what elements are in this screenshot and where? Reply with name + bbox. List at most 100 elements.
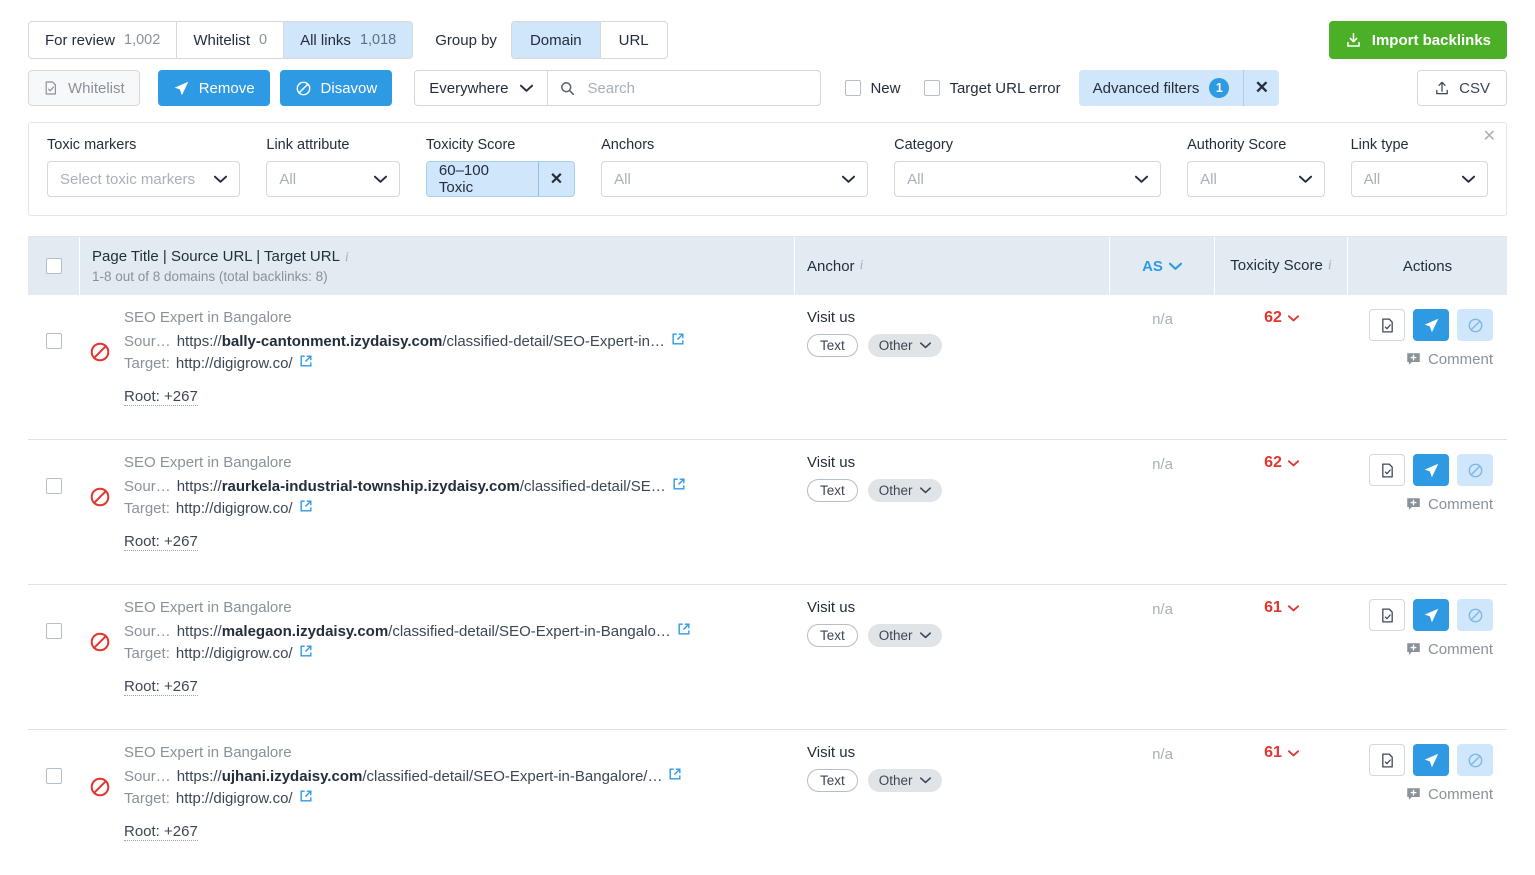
- row-comment-button[interactable]: Comment: [1406, 496, 1493, 513]
- chevron-down-icon: [1298, 175, 1312, 184]
- external-link-icon[interactable]: [668, 767, 682, 781]
- group-by-url[interactable]: URL: [600, 22, 667, 58]
- row-comment-button[interactable]: Comment: [1406, 351, 1493, 368]
- header-anchor-label: Anchor: [807, 257, 855, 275]
- filter-link-attribute-select[interactable]: All: [266, 161, 400, 197]
- remove-button[interactable]: Remove: [157, 70, 270, 106]
- row-select-checkbox[interactable]: [46, 768, 62, 784]
- row-tag-category[interactable]: Other: [867, 769, 942, 792]
- row-whitelist-icon-button[interactable]: [1369, 454, 1405, 486]
- row-anchor-text: Visit us: [807, 454, 856, 471]
- target-url-value: http://digigrow.co/: [175, 790, 293, 807]
- import-backlinks-label: Import backlinks: [1371, 31, 1491, 49]
- header-select-all: [28, 237, 80, 295]
- table-row: SEO Expert in Bangalore Sour… https://ra…: [28, 440, 1507, 585]
- filter-new-checkbox[interactable]: New: [845, 80, 900, 97]
- select-all-checkbox[interactable]: [45, 258, 62, 274]
- row-toxicity-score[interactable]: 62: [1264, 309, 1299, 327]
- row-select-checkbox[interactable]: [46, 623, 62, 639]
- tab-all-links-label: All links: [300, 31, 351, 49]
- row-comment-button[interactable]: Comment: [1406, 786, 1493, 803]
- filter-toxic-markers-value: Select toxic markers: [60, 170, 196, 188]
- whitelist-button[interactable]: Whitelist: [28, 70, 140, 106]
- tab-whitelist-label: Whitelist: [193, 31, 250, 49]
- external-link-icon[interactable]: [299, 789, 313, 803]
- row-disavow-icon-button[interactable]: [1457, 744, 1493, 776]
- filter-anchors-select[interactable]: All: [601, 161, 869, 197]
- row-remove-icon-button[interactable]: [1413, 454, 1449, 486]
- filter-toxicity-score-select[interactable]: 60–100 Toxic ✕: [425, 161, 576, 197]
- row-remove-icon-button[interactable]: [1413, 599, 1449, 631]
- filter-target-url-error-checkbox[interactable]: Target URL error: [924, 80, 1061, 97]
- tab-all-links[interactable]: All links 1,018: [284, 22, 413, 58]
- row-toxicity-score[interactable]: 61: [1264, 744, 1299, 762]
- filter-toxicity-score-label: Toxicity Score: [425, 137, 516, 153]
- row-title-cell: SEO Expert in Bangalore Sour… https://ba…: [80, 309, 795, 406]
- row-disavow-icon-button[interactable]: [1457, 454, 1493, 486]
- row-toxicity-score[interactable]: 61: [1264, 599, 1299, 617]
- row-tag-category[interactable]: Other: [867, 624, 942, 647]
- close-filters-panel-icon[interactable]: ✕: [1483, 129, 1496, 145]
- external-link-icon[interactable]: [671, 332, 685, 346]
- row-root-domains-link[interactable]: Root: +267: [124, 388, 198, 406]
- disavow-button[interactable]: Disavow: [279, 70, 393, 106]
- row-remove-icon-button[interactable]: [1413, 744, 1449, 776]
- filter-toxic-markers-select[interactable]: Select toxic markers: [47, 161, 241, 197]
- external-link-icon[interactable]: [299, 499, 313, 513]
- chevron-down-icon: [1287, 749, 1299, 757]
- row-root-domains-link[interactable]: Root: +267: [124, 678, 198, 696]
- import-backlinks-button[interactable]: Import backlinks: [1328, 21, 1507, 59]
- filter-toxic-markers: Toxic markers Select toxic markers: [47, 137, 241, 197]
- row-root-domains-link[interactable]: Root: +267: [124, 823, 198, 841]
- row-page-title: SEO Expert in Bangalore: [124, 599, 292, 616]
- info-icon[interactable]: i: [345, 250, 349, 265]
- clear-advanced-filters-button[interactable]: ✕: [1243, 70, 1279, 106]
- search-input[interactable]: [585, 78, 809, 98]
- target-url-value: http://digigrow.co/: [175, 500, 293, 517]
- info-icon[interactable]: i: [860, 258, 864, 274]
- advanced-filters-label: Advanced filters: [1092, 79, 1200, 97]
- row-actions-cell: Comment: [1348, 309, 1507, 368]
- row-tag-category[interactable]: Other: [867, 334, 942, 357]
- chevron-down-icon: [373, 175, 387, 184]
- tab-whitelist[interactable]: Whitelist 0: [177, 22, 285, 58]
- row-whitelist-icon-button[interactable]: [1369, 599, 1405, 631]
- filter-category-label: Category: [894, 137, 953, 153]
- filter-authority-score-select[interactable]: All: [1187, 161, 1325, 197]
- row-disavow-icon-button[interactable]: [1457, 309, 1493, 341]
- clear-toxicity-filter-icon[interactable]: ✕: [537, 162, 574, 196]
- row-whitelist-icon-button[interactable]: [1369, 744, 1405, 776]
- row-disavow-icon-button[interactable]: [1457, 599, 1493, 631]
- row-toxicity-cell: 62: [1215, 454, 1348, 472]
- row-select-checkbox[interactable]: [46, 333, 62, 349]
- row-tag-link-type: Text: [807, 479, 858, 502]
- external-link-icon[interactable]: [677, 622, 691, 636]
- external-link-icon[interactable]: [299, 644, 313, 658]
- row-root-domains-link[interactable]: Root: +267: [124, 533, 198, 551]
- row-toxicity-cell: 62: [1215, 309, 1348, 327]
- row-toxicity-value: 61: [1264, 599, 1282, 616]
- whitelist-button-label: Whitelist: [68, 79, 125, 97]
- row-comment-button[interactable]: Comment: [1406, 641, 1493, 658]
- filter-category-select[interactable]: All: [894, 161, 1162, 197]
- group-by-domain[interactable]: Domain: [511, 22, 601, 58]
- info-icon[interactable]: i: [1328, 258, 1332, 274]
- search-scope-dropdown[interactable]: Everywhere: [415, 71, 549, 105]
- external-link-icon[interactable]: [672, 477, 686, 491]
- header-anchor: Anchor i: [795, 237, 1110, 295]
- row-source-url: Sour… https://malegaon.izydaisy.com/clas…: [124, 622, 691, 640]
- row-tag-category[interactable]: Other: [867, 479, 942, 502]
- header-authority-score[interactable]: AS: [1110, 237, 1215, 295]
- tab-for-review[interactable]: For review 1,002: [29, 22, 178, 58]
- row-whitelist-icon-button[interactable]: [1369, 309, 1405, 341]
- export-csv-button[interactable]: CSV: [1417, 70, 1507, 106]
- advanced-filters-button[interactable]: Advanced filters 1: [1079, 70, 1244, 106]
- row-anchor-cell: Visit us Text Other: [795, 599, 1110, 647]
- row-select-checkbox[interactable]: [46, 478, 62, 494]
- row-toxicity-value: 62: [1264, 309, 1282, 326]
- external-link-icon[interactable]: [299, 354, 313, 368]
- send-icon: [173, 80, 190, 97]
- filter-link-type-select[interactable]: All: [1350, 161, 1489, 197]
- row-remove-icon-button[interactable]: [1413, 309, 1449, 341]
- row-toxicity-score[interactable]: 62: [1264, 454, 1299, 472]
